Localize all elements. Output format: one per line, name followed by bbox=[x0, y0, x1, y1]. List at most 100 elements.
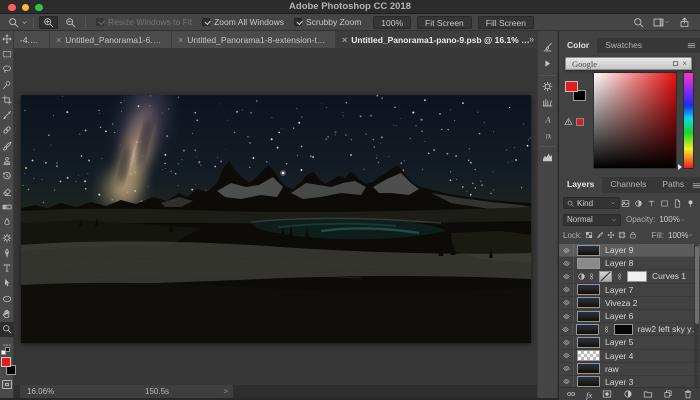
layer-visibility-toggle[interactable] bbox=[559, 336, 574, 348]
zoom-tool-preset[interactable] bbox=[6, 16, 21, 29]
document-tab[interactable]: ×Untitled_Panorama1-8-extension-top.psb bbox=[172, 31, 336, 48]
layer-name[interactable]: Layer 5 bbox=[603, 337, 633, 347]
type-tool-button[interactable] bbox=[0, 260, 14, 275]
crop-tool-button[interactable] bbox=[0, 92, 14, 107]
opacity-dropdown[interactable]: 100% bbox=[657, 214, 687, 226]
layer-row[interactable]: Curves 1 bbox=[559, 270, 700, 283]
layer-mask-button[interactable] bbox=[602, 385, 612, 400]
screen-mode-button[interactable] bbox=[2, 380, 12, 389]
pixel-filter-button[interactable] bbox=[620, 197, 631, 209]
hand-tool-button[interactable] bbox=[0, 306, 14, 321]
workspace-button[interactable] bbox=[653, 16, 670, 27]
layer-row[interactable]: Layer 5 bbox=[559, 336, 700, 349]
layer-thumbnail[interactable] bbox=[577, 284, 600, 295]
layer-visibility-toggle[interactable] bbox=[559, 297, 574, 309]
adjustment-thumbnail[interactable] bbox=[599, 271, 612, 282]
layer-name[interactable]: Layer 7 bbox=[603, 285, 633, 295]
brush-tool-button[interactable] bbox=[0, 138, 14, 153]
blur-tool-button[interactable] bbox=[0, 215, 14, 230]
delete-layer-button[interactable] bbox=[683, 385, 693, 400]
close-icon[interactable]: × bbox=[682, 61, 687, 66]
layer-row[interactable]: Layer 7 bbox=[559, 284, 700, 297]
zoom-out-button[interactable] bbox=[61, 16, 80, 29]
pen-tool-button[interactable] bbox=[0, 245, 14, 260]
lock-paint-button[interactable] bbox=[596, 231, 604, 240]
layer-name[interactable]: raw2 left sky yell... bbox=[636, 324, 700, 334]
libraries-panel-button[interactable] bbox=[539, 95, 556, 110]
path-select-tool-button[interactable] bbox=[0, 276, 14, 291]
history-brush-tool-button[interactable] bbox=[0, 169, 14, 184]
zoom-percent-field[interactable]: 16.06% bbox=[27, 385, 54, 398]
layer-effects-button[interactable]: fx bbox=[586, 385, 592, 400]
tab-close-icon[interactable]: × bbox=[178, 35, 183, 45]
hue-slider[interactable] bbox=[683, 72, 694, 169]
fit-screen-button[interactable]: Fit Screen bbox=[417, 16, 472, 29]
100--button[interactable]: 100% bbox=[373, 16, 411, 29]
search-button[interactable] bbox=[633, 16, 644, 27]
layer-row[interactable]: raw bbox=[559, 363, 700, 376]
layer-row[interactable]: Viveza 2 bbox=[559, 297, 700, 310]
tab-layers[interactable]: Layers bbox=[559, 177, 602, 193]
layers-scrollbar[interactable] bbox=[694, 244, 699, 387]
tab-swatches[interactable]: Swatches bbox=[597, 38, 650, 53]
tab-channels[interactable]: Channels bbox=[602, 177, 654, 193]
move-tool-button[interactable] bbox=[0, 31, 14, 46]
layer-thumbnail[interactable] bbox=[576, 324, 599, 335]
new-group-button[interactable] bbox=[643, 385, 653, 400]
layer-name[interactable]: Layer 8 bbox=[603, 258, 633, 268]
smart-filter-button[interactable] bbox=[672, 197, 683, 209]
layer-visibility-toggle[interactable] bbox=[559, 310, 574, 322]
layer-visibility-toggle[interactable] bbox=[559, 257, 574, 269]
healing-tool-button[interactable] bbox=[0, 123, 14, 138]
layer-row[interactable]: raw2 left sky yell... bbox=[559, 323, 700, 336]
eraser-tool-button[interactable] bbox=[0, 184, 14, 199]
quick-select-tool-button[interactable] bbox=[0, 77, 14, 92]
gradient-tool-button[interactable] bbox=[0, 199, 14, 214]
layer-row[interactable]: Layer 4 bbox=[559, 350, 700, 363]
layer-name[interactable]: raw bbox=[603, 364, 619, 374]
layer-row[interactable]: Layer 9 bbox=[559, 244, 700, 257]
tab-close-icon[interactable]: × bbox=[56, 35, 61, 45]
layer-thumbnail[interactable] bbox=[577, 258, 600, 269]
document-tab[interactable]: ×Untitled_Panorama1-6.psb bbox=[50, 31, 172, 48]
fill-screen-button[interactable]: Fill Screen bbox=[478, 16, 534, 29]
type-filter-button[interactable] bbox=[646, 197, 657, 209]
layer-visibility-toggle[interactable] bbox=[559, 244, 574, 256]
foreground-color-swatch[interactable] bbox=[1, 357, 11, 367]
eyedropper-tool-button[interactable] bbox=[0, 107, 14, 122]
filter-kind-dropdown[interactable]: Kind bbox=[563, 197, 620, 209]
layer-row[interactable]: Layer 8 bbox=[559, 257, 700, 270]
panorama-image[interactable] bbox=[21, 95, 531, 343]
panel-menu-button[interactable] bbox=[687, 38, 700, 53]
tab-close-icon[interactable]: × bbox=[342, 35, 347, 45]
clone-stamp-tool-button[interactable] bbox=[0, 153, 14, 168]
adjustments-panel-button[interactable] bbox=[539, 79, 556, 94]
layer-name[interactable]: Curves 1 bbox=[650, 271, 686, 281]
shape-tool-button[interactable] bbox=[0, 291, 14, 306]
lasso-tool-button[interactable] bbox=[0, 62, 14, 77]
layer-thumbnail[interactable] bbox=[577, 245, 600, 256]
checkbox-scrubby-zoom[interactable]: Scrubby Zoom bbox=[294, 17, 361, 27]
panel-foreground-swatch[interactable] bbox=[565, 81, 578, 92]
new-layer-button[interactable] bbox=[663, 385, 673, 400]
filter-pin-button[interactable] bbox=[685, 197, 696, 209]
layer-name[interactable]: Layer 9 bbox=[603, 245, 633, 255]
link-layers-button[interactable] bbox=[566, 385, 576, 400]
layer-name[interactable]: Layer 4 bbox=[603, 351, 633, 361]
gamut-warning[interactable] bbox=[564, 113, 584, 131]
status-options-chevron[interactable]: > bbox=[223, 385, 228, 398]
layer-thumbnail[interactable] bbox=[577, 311, 600, 322]
marquee-tool-button[interactable] bbox=[0, 46, 14, 61]
google-floating-window[interactable]: Google × bbox=[565, 57, 692, 70]
actions-play-panel-button[interactable] bbox=[539, 56, 556, 71]
lock-artboard-button[interactable] bbox=[618, 231, 626, 240]
zoom-tool-button[interactable] bbox=[0, 322, 14, 337]
layer-thumbnail[interactable] bbox=[577, 297, 600, 308]
layer-visibility-toggle[interactable] bbox=[559, 363, 574, 375]
glyphs-panel-button[interactable]: A bbox=[539, 111, 556, 126]
layer-row[interactable]: Layer 6 bbox=[559, 310, 700, 323]
scrollbar-thumb[interactable] bbox=[695, 246, 699, 324]
brush-settings-panel-button[interactable] bbox=[539, 40, 556, 55]
layer-mask-thumbnail[interactable] bbox=[627, 271, 647, 282]
layer-name[interactable]: Viveza 2 bbox=[603, 298, 637, 308]
